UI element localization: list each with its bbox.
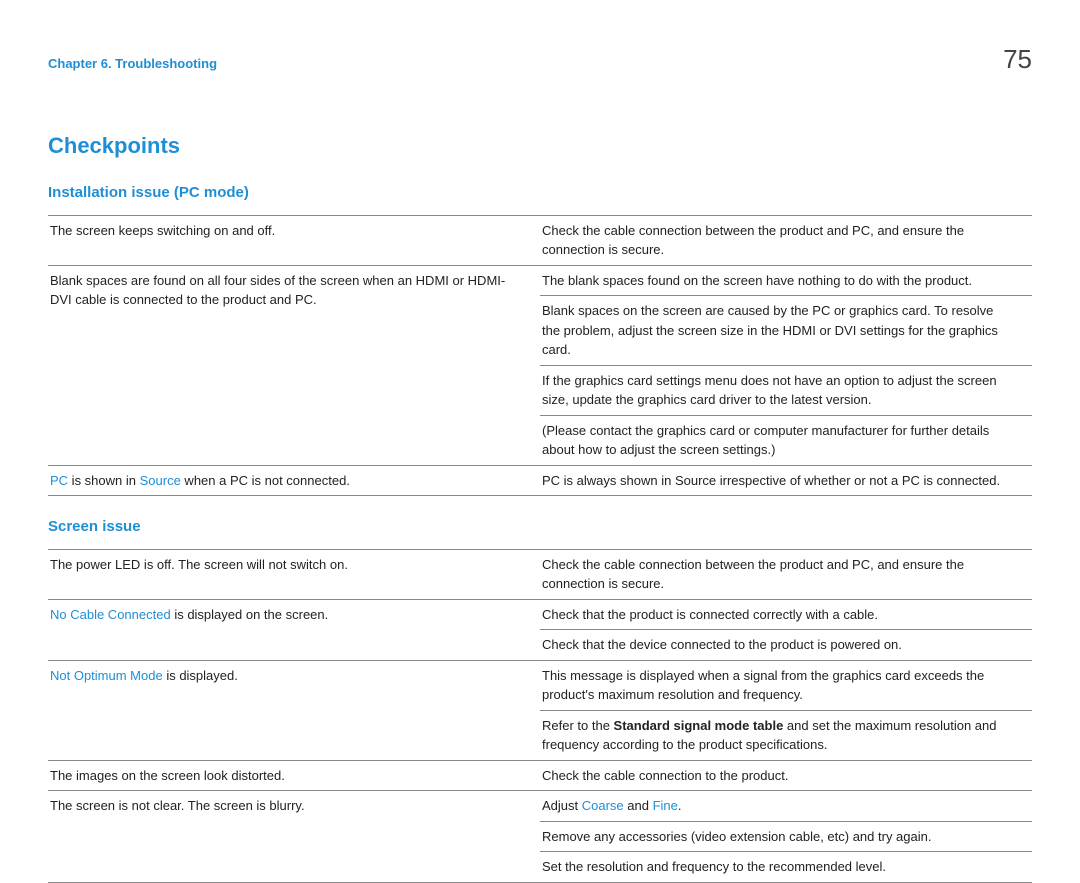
table-row: The images on the screen look distorted.… bbox=[48, 760, 1032, 791]
fine-label: Fine bbox=[653, 798, 678, 813]
issue-cell: The power LED is off. The screen will no… bbox=[48, 549, 540, 599]
page-header: Chapter 6. Troubleshooting 75 bbox=[48, 40, 1032, 79]
table-row: The power LED is off. The screen will no… bbox=[48, 549, 1032, 599]
table-row: The screen is not clear. The screen is b… bbox=[48, 791, 1032, 822]
issue-cell: No Cable Connected is displayed on the s… bbox=[48, 599, 540, 660]
solution-cell: Blank spaces on the screen are caused by… bbox=[540, 296, 1032, 366]
text: and bbox=[624, 798, 653, 813]
main-heading: Checkpoints bbox=[48, 129, 1032, 162]
section-heading-screen: Screen issue bbox=[48, 516, 1032, 539]
text: Refer to the bbox=[542, 718, 614, 733]
solution-cell: Check the cable connection between the p… bbox=[540, 549, 1032, 599]
text: when a PC is not connected. bbox=[181, 473, 350, 488]
solution-cell: This message is displayed when a signal … bbox=[540, 660, 1032, 710]
solution-cell: Check that the device connected to the p… bbox=[540, 630, 1032, 661]
solution-cell: Remove any accessories (video extension … bbox=[540, 821, 1032, 852]
solution-cell: Refer to the Standard signal mode table … bbox=[540, 710, 1032, 760]
solution-cell: Adjust Coarse and Fine. bbox=[540, 791, 1032, 822]
text: Adjust bbox=[542, 798, 582, 813]
text: is shown in bbox=[68, 473, 140, 488]
solution-cell: Set the resolution and frequency to the … bbox=[540, 852, 1032, 883]
issue-cell: The screen keeps switching on and off. bbox=[48, 215, 540, 265]
coarse-label: Coarse bbox=[582, 798, 624, 813]
screen-table: The power LED is off. The screen will no… bbox=[48, 549, 1032, 883]
solution-cell: PC is always shown in Source irrespectiv… bbox=[540, 465, 1032, 496]
pc-label: PC bbox=[50, 473, 68, 488]
text: is displayed on the screen. bbox=[171, 607, 329, 622]
section-heading-installation: Installation issue (PC mode) bbox=[48, 182, 1032, 205]
text: is displayed. bbox=[163, 668, 238, 683]
text: . bbox=[678, 798, 682, 813]
table-row: Not Optimum Mode is displayed. This mess… bbox=[48, 660, 1032, 710]
solution-cell: Check the cable connection to the produc… bbox=[540, 760, 1032, 791]
signal-table-ref: Standard signal mode table bbox=[614, 718, 784, 733]
not-optimum-label: Not Optimum Mode bbox=[50, 668, 163, 683]
page-number: 75 bbox=[1003, 40, 1032, 79]
chapter-label: Chapter 6. Troubleshooting bbox=[48, 54, 217, 74]
issue-cell: The images on the screen look distorted. bbox=[48, 760, 540, 791]
solution-cell: (Please contact the graphics card or com… bbox=[540, 415, 1032, 465]
solution-cell: If the graphics card settings menu does … bbox=[540, 365, 1032, 415]
table-row: PC is shown in Source when a PC is not c… bbox=[48, 465, 1032, 496]
issue-cell: The screen is not clear. The screen is b… bbox=[48, 791, 540, 883]
issue-cell: Not Optimum Mode is displayed. bbox=[48, 660, 540, 760]
solution-cell: The blank spaces found on the screen hav… bbox=[540, 265, 1032, 296]
installation-table: The screen keeps switching on and off. C… bbox=[48, 215, 1032, 497]
source-label: Source bbox=[140, 473, 181, 488]
issue-cell: Blank spaces are found on all four sides… bbox=[48, 265, 540, 465]
table-row: The screen keeps switching on and off. C… bbox=[48, 215, 1032, 265]
solution-cell: Check the cable connection between the p… bbox=[540, 215, 1032, 265]
solution-cell: Check that the product is connected corr… bbox=[540, 599, 1032, 630]
no-cable-label: No Cable Connected bbox=[50, 607, 171, 622]
table-row: Blank spaces are found on all four sides… bbox=[48, 265, 1032, 296]
table-row: No Cable Connected is displayed on the s… bbox=[48, 599, 1032, 630]
issue-cell: PC is shown in Source when a PC is not c… bbox=[48, 465, 540, 496]
